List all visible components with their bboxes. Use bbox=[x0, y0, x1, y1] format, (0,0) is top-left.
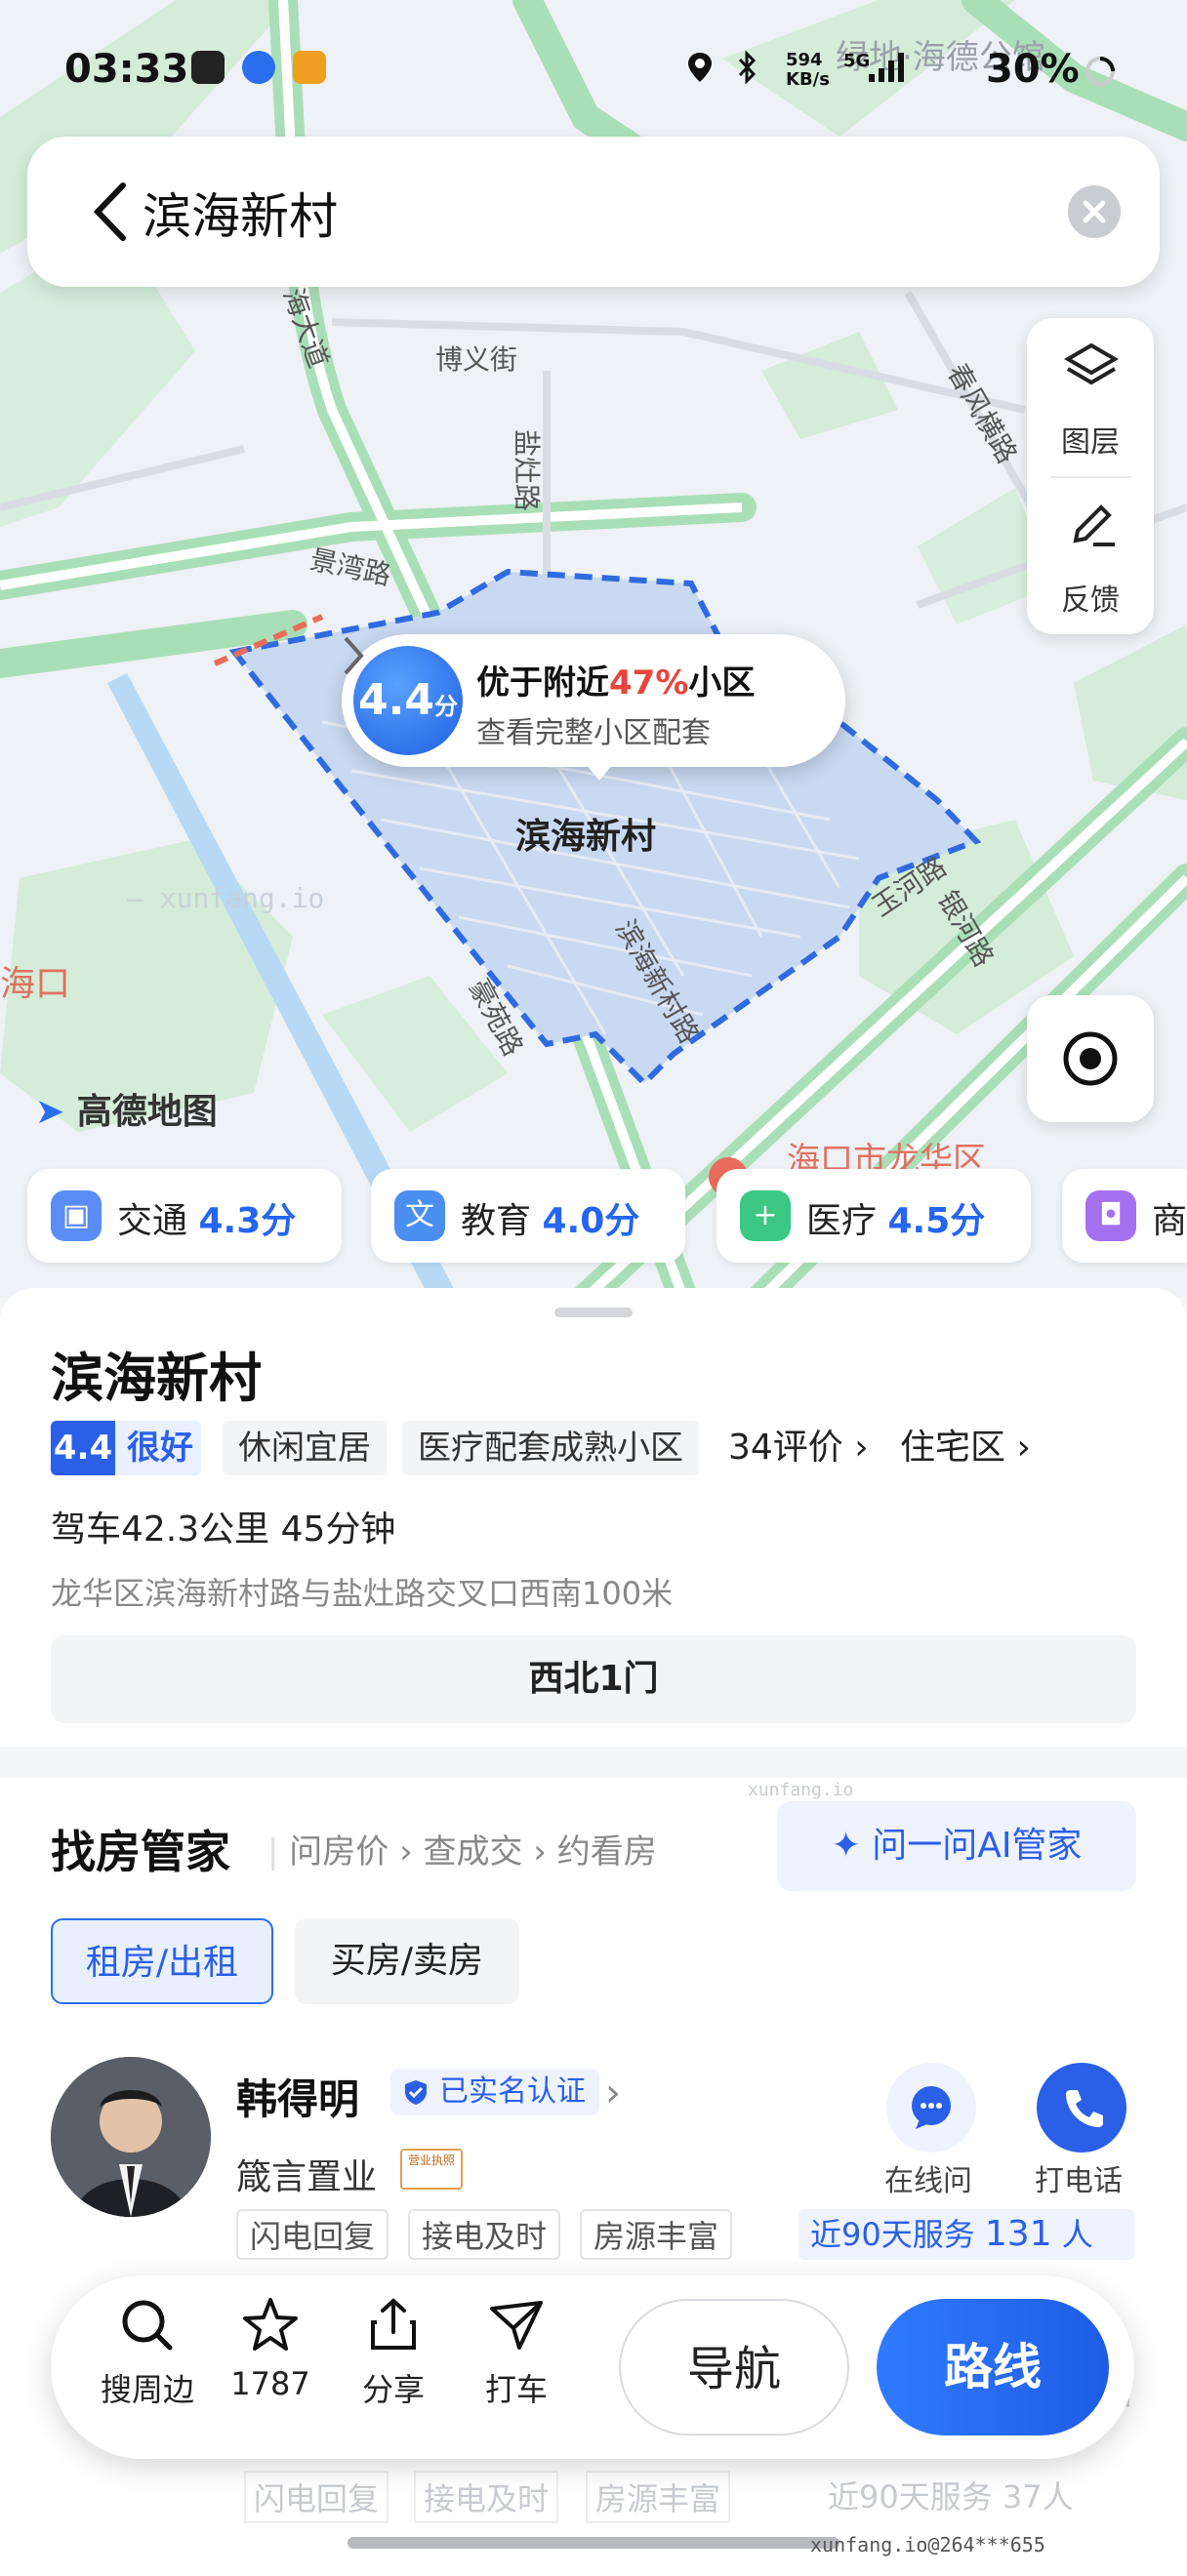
agent-tag: 房源丰富 bbox=[586, 2471, 731, 2523]
place-type-link[interactable]: 住宅区 › bbox=[900, 1421, 1031, 1475]
online-chat-label: 在线问 bbox=[884, 2164, 972, 2198]
sheet-drag-handle[interactable] bbox=[554, 1308, 633, 1317]
star-icon bbox=[243, 2298, 298, 2351]
medical-icon: + bbox=[740, 1190, 791, 1241]
shield-check-icon bbox=[405, 2080, 427, 2105]
bottom-action-bar: 搜周边 1787 分享 打车 导航 路线 bbox=[51, 2275, 1134, 2459]
tab-buy[interactable]: 买房/卖房 bbox=[295, 1918, 519, 2004]
shop-icon: ◘ bbox=[1085, 1190, 1136, 1241]
chevron-right-icon[interactable]: › bbox=[605, 2071, 621, 2115]
favorite-button[interactable]: 1787 bbox=[217, 2295, 324, 2402]
edit-icon bbox=[1073, 504, 1115, 546]
layers-label: 图层 bbox=[1061, 425, 1120, 460]
place-tag: 休闲宜居 bbox=[223, 1421, 387, 1475]
locate-button[interactable] bbox=[1027, 995, 1154, 1122]
home-indicator[interactable] bbox=[348, 2537, 839, 2549]
layers-button[interactable]: 图层 bbox=[1027, 318, 1154, 474]
chip-medical[interactable]: + 医疗 4.5分 bbox=[716, 1169, 1031, 1263]
app-notification-icon bbox=[191, 51, 225, 84]
street-label: 博义街 bbox=[435, 343, 517, 376]
share-button[interactable]: 分享 bbox=[340, 2295, 447, 2410]
bluetooth-icon bbox=[738, 51, 757, 84]
community-map-label: 滨海新村 bbox=[515, 817, 657, 857]
ai-assistant-button[interactable]: ✦ 问一问AI管家 bbox=[777, 1801, 1136, 1891]
score-badge: 4.4分 bbox=[353, 646, 463, 755]
reviews-link[interactable]: 34评价 › bbox=[728, 1421, 869, 1475]
chat-bubble-icon bbox=[912, 2086, 951, 2129]
feedback-button[interactable]: 反馈 bbox=[1027, 478, 1154, 634]
bubble-headline: 优于附近47%小区 bbox=[476, 664, 756, 703]
clear-icon[interactable] bbox=[1068, 185, 1121, 238]
search-icon bbox=[122, 2300, 173, 2351]
place-address: 龙华区滨海新村路与盐灶路交叉口西南100米 bbox=[51, 1575, 674, 1612]
online-chat-button[interactable] bbox=[886, 2063, 976, 2153]
service-count: 近90天服务 37人 bbox=[828, 2478, 1074, 2516]
tab-rent[interactable]: 租房/出租 bbox=[51, 1918, 273, 2004]
taxi-button[interactable]: 打车 bbox=[463, 2295, 570, 2410]
route-button[interactable]: 路线 bbox=[877, 2299, 1109, 2435]
app-notification-icon bbox=[242, 51, 275, 84]
battery-level: 30% bbox=[986, 47, 1080, 92]
status-time: 03:33 bbox=[64, 47, 189, 92]
sparkle-icon: ✦ bbox=[831, 1826, 861, 1866]
chip-shopping[interactable]: ◘ 商 bbox=[1062, 1169, 1187, 1263]
taxi-icon bbox=[490, 2301, 543, 2350]
battery-ring-icon bbox=[1085, 57, 1115, 86]
gate-button[interactable]: 西北1门 bbox=[51, 1635, 1136, 1723]
place-tag: 医疗配套成熟小区 bbox=[402, 1421, 699, 1475]
verified-badge[interactable]: 已实名认证 bbox=[390, 2069, 599, 2115]
avatar[interactable] bbox=[51, 2057, 211, 2217]
agent-tag: 闪电回复 bbox=[236, 2209, 389, 2260]
call-button[interactable] bbox=[1037, 2063, 1126, 2153]
street-label: 盐灶路 bbox=[511, 429, 543, 511]
drive-info: 驾车42.3公里 45分钟 bbox=[51, 1509, 396, 1550]
call-label: 打电话 bbox=[1035, 2164, 1123, 2198]
agent-tag: 接电及时 bbox=[414, 2471, 559, 2523]
location-icon bbox=[688, 53, 712, 82]
chevron-right-icon bbox=[344, 636, 364, 675]
amap-logo: ➤ 高德地图 bbox=[35, 1092, 218, 1132]
phone-icon bbox=[1066, 2090, 1103, 2127]
map-tools-panel: 图层 反馈 bbox=[1027, 318, 1154, 634]
back-arrow-icon[interactable] bbox=[88, 180, 133, 244]
agent-tag: 接电及时 bbox=[408, 2209, 561, 2260]
agent-tag: 房源丰富 bbox=[580, 2209, 733, 2260]
bubble-subtitle: 查看完整小区配套 bbox=[476, 716, 711, 750]
rating-badge: 4.4 很好 bbox=[51, 1421, 201, 1475]
search-nearby-button[interactable]: 搜周边 bbox=[94, 2295, 201, 2410]
chip-transport[interactable]: ▣ 交通 4.3分 bbox=[27, 1169, 342, 1263]
agent-name[interactable]: 韩得明 bbox=[236, 2067, 359, 2126]
search-bar[interactable]: 滨海新村 bbox=[27, 137, 1160, 287]
section-title: 找房管家 bbox=[51, 1826, 230, 1878]
share-icon bbox=[371, 2298, 416, 2350]
chip-education[interactable]: 文 教育 4.0分 bbox=[371, 1169, 685, 1263]
service-count: 近90天服务 131 人 bbox=[798, 2209, 1134, 2260]
agent-tag: 闪电回复 bbox=[244, 2471, 389, 2523]
section-steps: | 问房价 › 查成交 › 约看房 bbox=[267, 1832, 657, 1872]
train-icon: ▣ bbox=[51, 1190, 102, 1241]
search-query[interactable]: 滨海新村 bbox=[143, 178, 338, 248]
place-label: 海口 bbox=[0, 964, 70, 1004]
signal-icon bbox=[869, 53, 904, 82]
place-name: 滨海新村 bbox=[51, 1348, 262, 1409]
footer-watermark: xunfang.io@264***655 bbox=[810, 2533, 1045, 2556]
feedback-label: 反馈 bbox=[1061, 584, 1120, 618]
agent-company: 箴言置业 bbox=[236, 2157, 378, 2197]
navigate-button[interactable]: 导航 bbox=[619, 2299, 849, 2435]
community-score-bubble[interactable]: 4.4分 优于附近47%小区 查看完整小区配套 bbox=[342, 634, 845, 781]
locate-icon bbox=[1063, 1031, 1118, 1086]
network-speed: 594 KB/s bbox=[786, 50, 830, 90]
layers-icon bbox=[1064, 342, 1119, 385]
status-bar: 03:33 594 KB/s 5G 30% bbox=[0, 0, 1187, 146]
section-watermark: xunfang.io bbox=[748, 1780, 854, 1800]
education-icon: 文 bbox=[394, 1190, 445, 1241]
map-watermark: — xunfang.io bbox=[127, 882, 324, 914]
app-notification-icon bbox=[293, 51, 326, 84]
license-icon[interactable]: 营业执照 bbox=[400, 2149, 463, 2190]
